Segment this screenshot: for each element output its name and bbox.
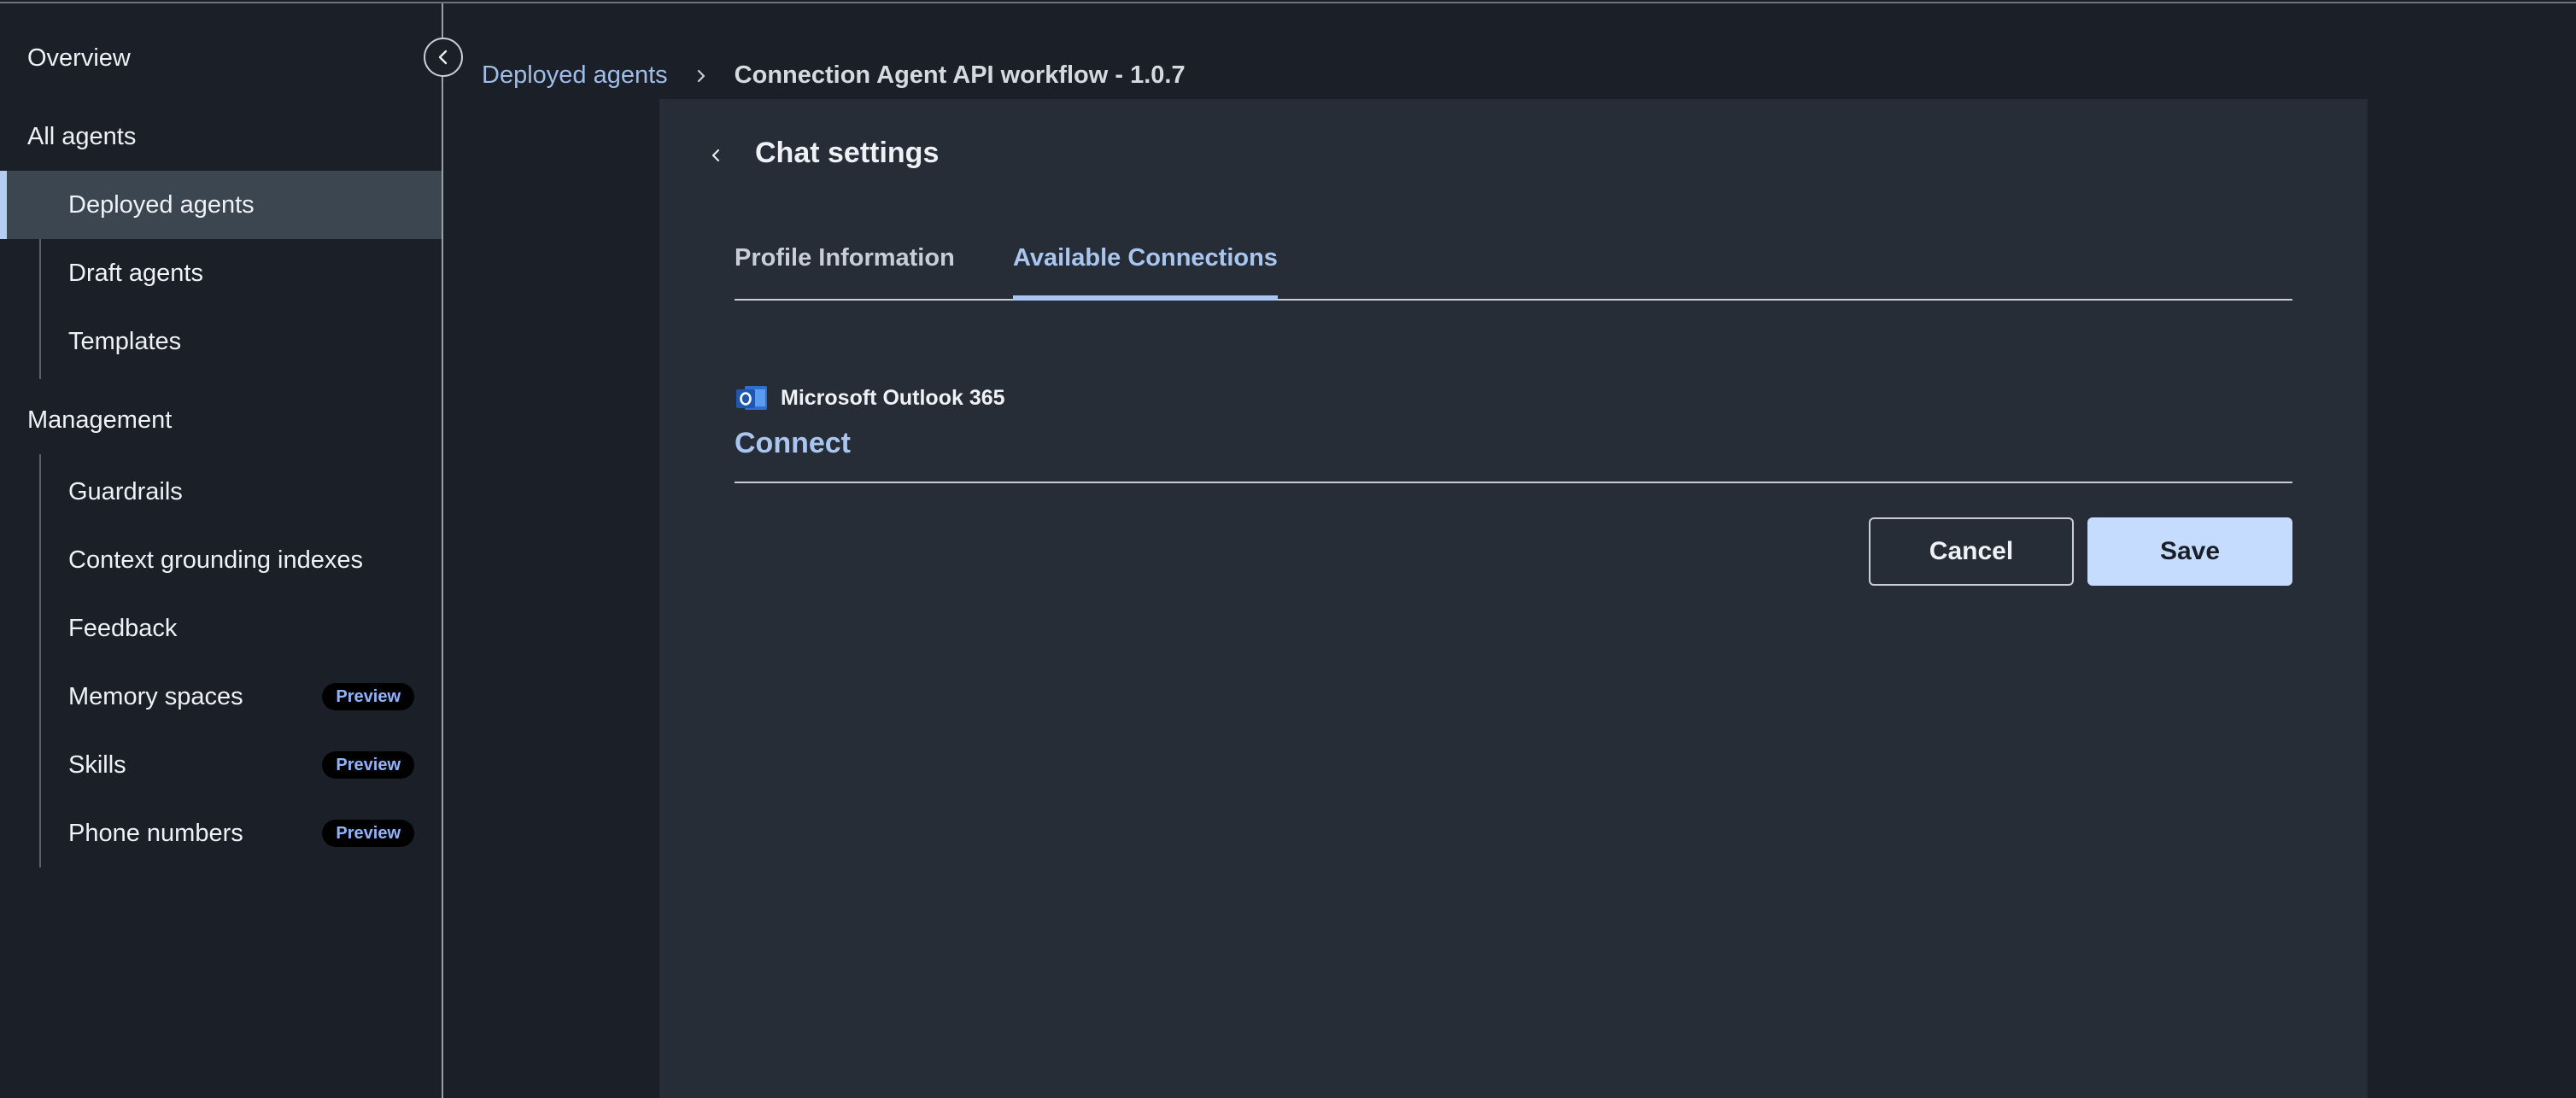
sidebar-item-label: Memory spaces <box>68 682 243 710</box>
save-button[interactable]: Save <box>2087 517 2292 586</box>
tab-available-connections[interactable]: Available Connections <box>1013 244 1278 301</box>
chat-settings-panel: Chat settings Profile Information Availa… <box>659 99 2368 1098</box>
sidebar-item-context-grounding-indexes[interactable]: Context grounding indexes <box>0 526 442 594</box>
sidebar-item-label: Templates <box>68 327 182 355</box>
sidebar-item-label: Skills <box>68 750 126 779</box>
collapse-sidebar-button[interactable] <box>424 38 463 77</box>
sidebar-item-guardrails[interactable]: Guardrails <box>0 458 442 526</box>
preview-badge: Preview <box>322 683 414 710</box>
sidebar-item-templates[interactable]: Templates <box>0 307 442 376</box>
sidebar-item-label: Guardrails <box>68 477 183 505</box>
outlook-icon <box>736 386 767 410</box>
sidebar-item-all-agents[interactable]: All agents <box>27 123 136 151</box>
cancel-button[interactable]: Cancel <box>1869 517 2074 586</box>
chevron-right-icon <box>694 68 709 84</box>
breadcrumb-current: Connection Agent API workflow - 1.0.7 <box>734 61 1186 89</box>
sidebar-item-label: Feedback <box>68 614 178 642</box>
chevron-left-icon <box>438 50 448 65</box>
breadcrumb-link-deployed-agents[interactable]: Deployed agents <box>482 61 668 90</box>
sidebar-item-label: Context grounding indexes <box>68 546 364 574</box>
tab-bar: Profile Information Available Connection… <box>735 244 2292 301</box>
preview-badge: Preview <box>322 820 414 847</box>
divider <box>735 482 2292 483</box>
chevron-left-icon <box>711 149 720 162</box>
breadcrumb: Deployed agents Connection Agent API wor… <box>482 61 1186 90</box>
sidebar-item-memory-spaces[interactable]: Memory spaces Preview <box>0 663 442 731</box>
sidebar-item-deployed-agents[interactable]: Deployed agents <box>0 171 442 239</box>
sidebar-item-feedback[interactable]: Feedback <box>0 594 442 663</box>
sidebar: Overview All agents Deployed agents Draf… <box>0 3 443 1098</box>
connection-name: Microsoft Outlook 365 <box>781 385 1005 410</box>
back-button[interactable] <box>704 143 728 167</box>
connect-link[interactable]: Connect <box>735 427 851 460</box>
preview-badge: Preview <box>322 751 414 779</box>
page-title: Chat settings <box>755 137 940 169</box>
sidebar-item-label: Phone numbers <box>68 819 243 847</box>
tab-profile-information[interactable]: Profile Information <box>735 244 955 299</box>
sidebar-item-management[interactable]: Management <box>27 406 172 435</box>
connection-item: Microsoft Outlook 365 Connect <box>735 381 1005 460</box>
sidebar-item-overview[interactable]: Overview <box>27 44 131 73</box>
sidebar-item-draft-agents[interactable]: Draft agents <box>0 239 442 307</box>
sidebar-item-skills[interactable]: Skills Preview <box>0 731 442 799</box>
sidebar-item-label: Draft agents <box>68 259 203 287</box>
sidebar-item-phone-numbers[interactable]: Phone numbers Preview <box>0 799 442 867</box>
sidebar-item-label: Deployed agents <box>68 190 255 219</box>
